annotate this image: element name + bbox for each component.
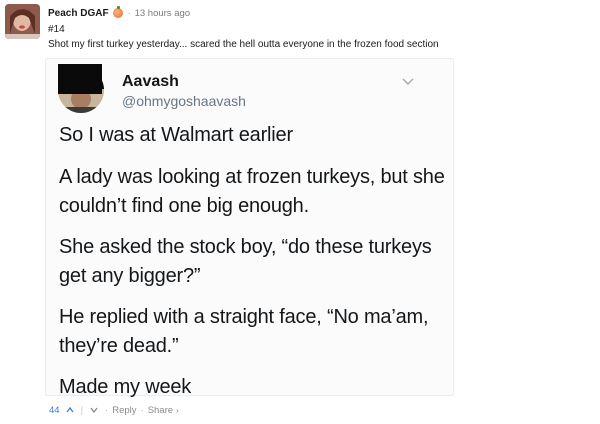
tweet-line-2: A lady was looking at frozen turkeys, bu…	[59, 166, 445, 217]
chevron-down-icon	[402, 78, 414, 85]
redaction-bar	[58, 64, 102, 94]
tweet-line-1: So I was at Walmart earlier	[59, 124, 293, 146]
tweet-line-5: Made my week	[59, 376, 192, 398]
share-button[interactable]: Share	[148, 405, 173, 416]
header-separator: ·	[127, 8, 131, 18]
tweet-screenshot: Aavash @ohmygoshaavash So I was at Walma…	[45, 58, 454, 398]
post-timestamp: 13 hours ago	[134, 7, 191, 19]
reply-button[interactable]: Reply	[112, 405, 136, 416]
post-caption: Shot my first turkey yesterday... scared…	[48, 39, 439, 50]
comment-action-bar: 44 | · Reply · Share ›	[49, 404, 179, 416]
vote-separator: |	[80, 404, 84, 416]
post-username[interactable]: Peach DGAF	[48, 8, 109, 19]
chevron-right-icon: ›	[176, 405, 179, 415]
action-separator-2: ·	[140, 404, 144, 416]
peach-icon	[112, 6, 123, 18]
post-number: #14	[48, 24, 65, 35]
avatar-photo-icon	[5, 4, 40, 39]
user-avatar[interactable]	[5, 4, 40, 39]
tweet-line-3: She asked the stock boy, “do these turke…	[59, 236, 432, 287]
downvote-icon[interactable]	[89, 405, 99, 415]
tweet-display-name: Aavash	[122, 73, 179, 90]
post-header: Peach DGAF · 13 hours ago	[48, 6, 190, 20]
upvote-icon[interactable]	[65, 405, 75, 415]
tweet-line-4: He replied with a straight face, “No ma’…	[59, 306, 429, 357]
tweet-handle: @ohmygoshaavash	[122, 93, 246, 109]
vote-score: 44	[49, 404, 60, 416]
action-separator-1: ·	[105, 404, 109, 416]
